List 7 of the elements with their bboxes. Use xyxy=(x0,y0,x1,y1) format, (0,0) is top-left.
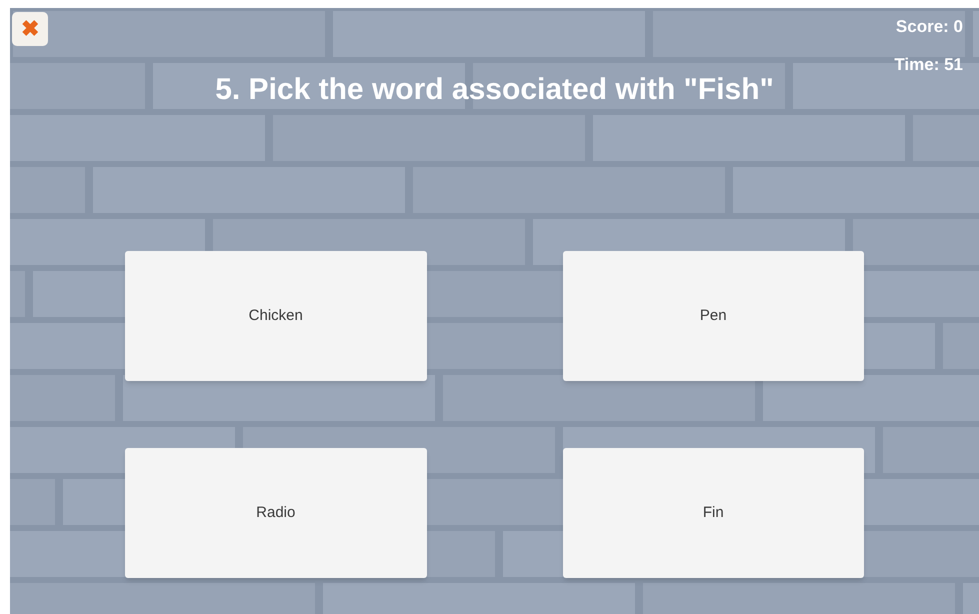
answer-button[interactable]: Chicken xyxy=(125,251,426,381)
question-title: 5. Pick the word associated with "Fish" xyxy=(214,72,775,108)
timer-label: Time: 51 xyxy=(894,54,963,76)
score-label: Score: 0 xyxy=(896,16,963,38)
answer-button[interactable]: Radio xyxy=(125,448,426,578)
answer-button[interactable]: Pen xyxy=(562,251,864,381)
answer-button[interactable]: Fin xyxy=(562,448,864,578)
